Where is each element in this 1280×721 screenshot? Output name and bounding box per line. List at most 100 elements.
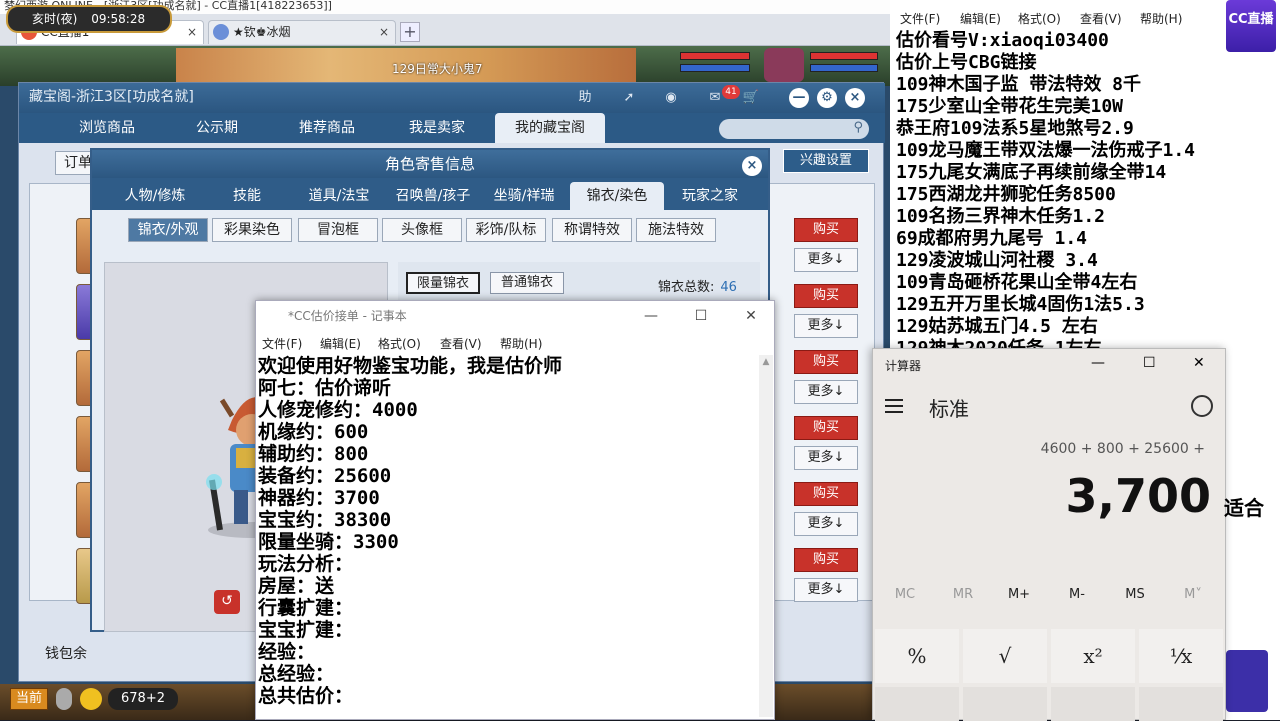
subtab-dye[interactable]: 彩果染色 <box>212 218 292 242</box>
nav-browse[interactable]: 浏览商品 <box>59 113 155 143</box>
memory-subtract-button[interactable]: M- <box>1057 587 1097 602</box>
close-icon[interactable]: ✕ <box>736 305 766 327</box>
cart-icon[interactable]: 🛒 <box>741 89 761 107</box>
subtab-bubble-frame[interactable]: 冒泡框 <box>298 218 378 242</box>
memory-add-button[interactable]: M+ <box>999 587 1039 602</box>
buy-button[interactable]: 购买 <box>794 350 858 374</box>
settings-icon[interactable]: ⚙ <box>817 88 837 108</box>
minimize-icon[interactable]: — <box>789 88 809 108</box>
square-root-button[interactable]: √ <box>963 629 1047 683</box>
menu-help[interactable]: 帮助(H) <box>1140 10 1182 27</box>
menu-edit[interactable]: 编辑(E) <box>320 335 361 352</box>
current-channel-button[interactable]: 当前 <box>10 688 48 710</box>
close-icon[interactable]: × <box>379 21 389 43</box>
buy-button[interactable]: 购买 <box>794 548 858 572</box>
maximize-icon[interactable]: ☐ <box>686 305 716 327</box>
calculator-key[interactable] <box>963 687 1047 721</box>
close-icon[interactable]: × <box>742 156 762 176</box>
nav-public[interactable]: 公示期 <box>169 113 265 143</box>
minimize-icon[interactable]: — <box>636 305 666 327</box>
calculator-key[interactable] <box>1139 687 1223 721</box>
square-button[interactable]: x² <box>1051 629 1135 683</box>
search-input[interactable]: ⚲ <box>719 119 869 139</box>
memory-store-button[interactable]: MS <box>1115 587 1155 602</box>
memory-list-button[interactable]: M˅ <box>1173 587 1213 602</box>
percent-button[interactable]: % <box>875 629 959 683</box>
character-portrait[interactable] <box>764 48 804 82</box>
tab-player-home[interactable]: 玩家之家 <box>670 182 750 210</box>
close-icon[interactable]: × <box>845 88 865 108</box>
calculator-key[interactable] <box>875 687 959 721</box>
price-line: 129五开万里长城4固伤1法5.3 <box>896 294 1145 315</box>
text-line: 经验： <box>258 641 316 663</box>
tab-character[interactable]: 人物/修炼 <box>110 182 200 210</box>
microphone-icon[interactable] <box>56 688 72 710</box>
calculator-key[interactable] <box>1051 687 1135 721</box>
buy-button[interactable]: 购买 <box>794 218 858 242</box>
message-count-badge: 41 <box>722 85 740 99</box>
subtab-avatar-frame[interactable]: 头像框 <box>382 218 462 242</box>
tab-outfits[interactable]: 锦衣/染色 <box>570 182 664 210</box>
buy-button[interactable]: 购买 <box>794 284 858 308</box>
buy-button[interactable]: 购买 <box>794 482 858 506</box>
search-icon[interactable]: ⚲ <box>853 120 863 135</box>
limited-outfit-button[interactable]: 限量锦衣 <box>406 272 480 294</box>
subtab-outfit-appearance[interactable]: 锦衣/外观 <box>128 218 208 242</box>
more-button[interactable]: 更多↓ <box>794 380 858 404</box>
calculator-window: 计算器 — ☐ ✕ 标准 4600 + 800 + 25600 + 3,700 … <box>872 348 1226 721</box>
nav-my-pavilion[interactable]: 我的藏宝阁 <box>495 113 605 143</box>
status-bars <box>680 48 880 82</box>
tab-pets[interactable]: 召唤兽/孩子 <box>388 182 478 210</box>
menu-edit[interactable]: 编辑(E) <box>960 10 1001 27</box>
reciprocal-button[interactable]: ¹⁄x <box>1139 629 1223 683</box>
minimize-icon[interactable]: — <box>1091 355 1105 371</box>
more-button[interactable]: 更多↓ <box>794 578 858 602</box>
wallet-label: 钱包余 <box>45 646 87 662</box>
history-icon[interactable] <box>1191 395 1213 417</box>
close-icon[interactable]: × <box>187 21 197 43</box>
menu-format[interactable]: 格式(O) <box>378 335 421 352</box>
subtab-team-badge[interactable]: 彩饰/队标 <box>466 218 546 242</box>
menu-view[interactable]: 查看(V) <box>1080 10 1122 27</box>
tab-mounts[interactable]: 坐骑/祥瑞 <box>484 182 564 210</box>
tab-role[interactable]: ★钦♚冰烟 × <box>208 20 396 44</box>
tab-items[interactable]: 道具/法宝 <box>294 182 384 210</box>
stop-icon[interactable]: ◉ <box>661 89 681 107</box>
memory-recall-button[interactable]: MR <box>943 587 983 602</box>
price-line: 估价看号V:xiaoqi03400 <box>896 30 1109 51</box>
price-line: 109青岛砸桥花果山全带4左右 <box>896 272 1138 293</box>
menu-file[interactable]: 文件(F) <box>900 10 940 27</box>
help-icon[interactable]: 助 <box>575 89 595 107</box>
rotate-button[interactable]: ↺ <box>214 590 240 614</box>
menu-view[interactable]: 查看(V) <box>440 335 482 352</box>
notepad-text-area[interactable]: 欢迎使用好物鉴宝功能，我是估价师 阿七：估价谛听 人修宠修约：4000 机缘约：… <box>256 353 756 719</box>
text-line: 人修宠修约：4000 <box>258 399 418 421</box>
vertical-scrollbar[interactable] <box>759 355 773 717</box>
share-icon[interactable]: ➚ <box>619 89 639 107</box>
emoji-icon[interactable] <box>80 688 102 710</box>
close-icon[interactable]: ✕ <box>1193 355 1205 371</box>
more-button[interactable]: 更多↓ <box>794 314 858 338</box>
menu-format[interactable]: 格式(O) <box>1018 10 1061 27</box>
tab-skills[interactable]: 技能 <box>212 182 282 210</box>
menu-help[interactable]: 帮助(H) <box>500 335 542 352</box>
memory-clear-button[interactable]: MC <box>885 587 925 602</box>
subtab-cast-effect[interactable]: 施法特效 <box>636 218 716 242</box>
buy-button[interactable]: 购买 <box>794 416 858 440</box>
subtab-title-effect[interactable]: 称谓特效 <box>552 218 632 242</box>
normal-outfit-button[interactable]: 普通锦衣 <box>490 272 564 294</box>
nav-seller[interactable]: 我是卖家 <box>389 113 485 143</box>
more-button[interactable]: 更多↓ <box>794 512 858 536</box>
menu-file[interactable]: 文件(F) <box>262 335 302 352</box>
price-line: 109龙马魔王带双法爆一法伤戒子1.4 <box>896 140 1196 161</box>
scroll-up-icon[interactable]: ▲ <box>759 357 773 369</box>
maximize-icon[interactable]: ☐ <box>1143 355 1156 371</box>
nav-recommend[interactable]: 推荐商品 <box>279 113 375 143</box>
new-tab-button[interactable]: + <box>400 22 420 42</box>
text-line: 机缘约：600 <box>258 421 369 443</box>
more-button[interactable]: 更多↓ <box>794 446 858 470</box>
dialog-title: 角色寄售信息 <box>92 150 768 178</box>
menu-icon[interactable] <box>885 399 903 413</box>
interest-settings-button[interactable]: 兴趣设置 <box>783 149 869 173</box>
more-button[interactable]: 更多↓ <box>794 248 858 272</box>
